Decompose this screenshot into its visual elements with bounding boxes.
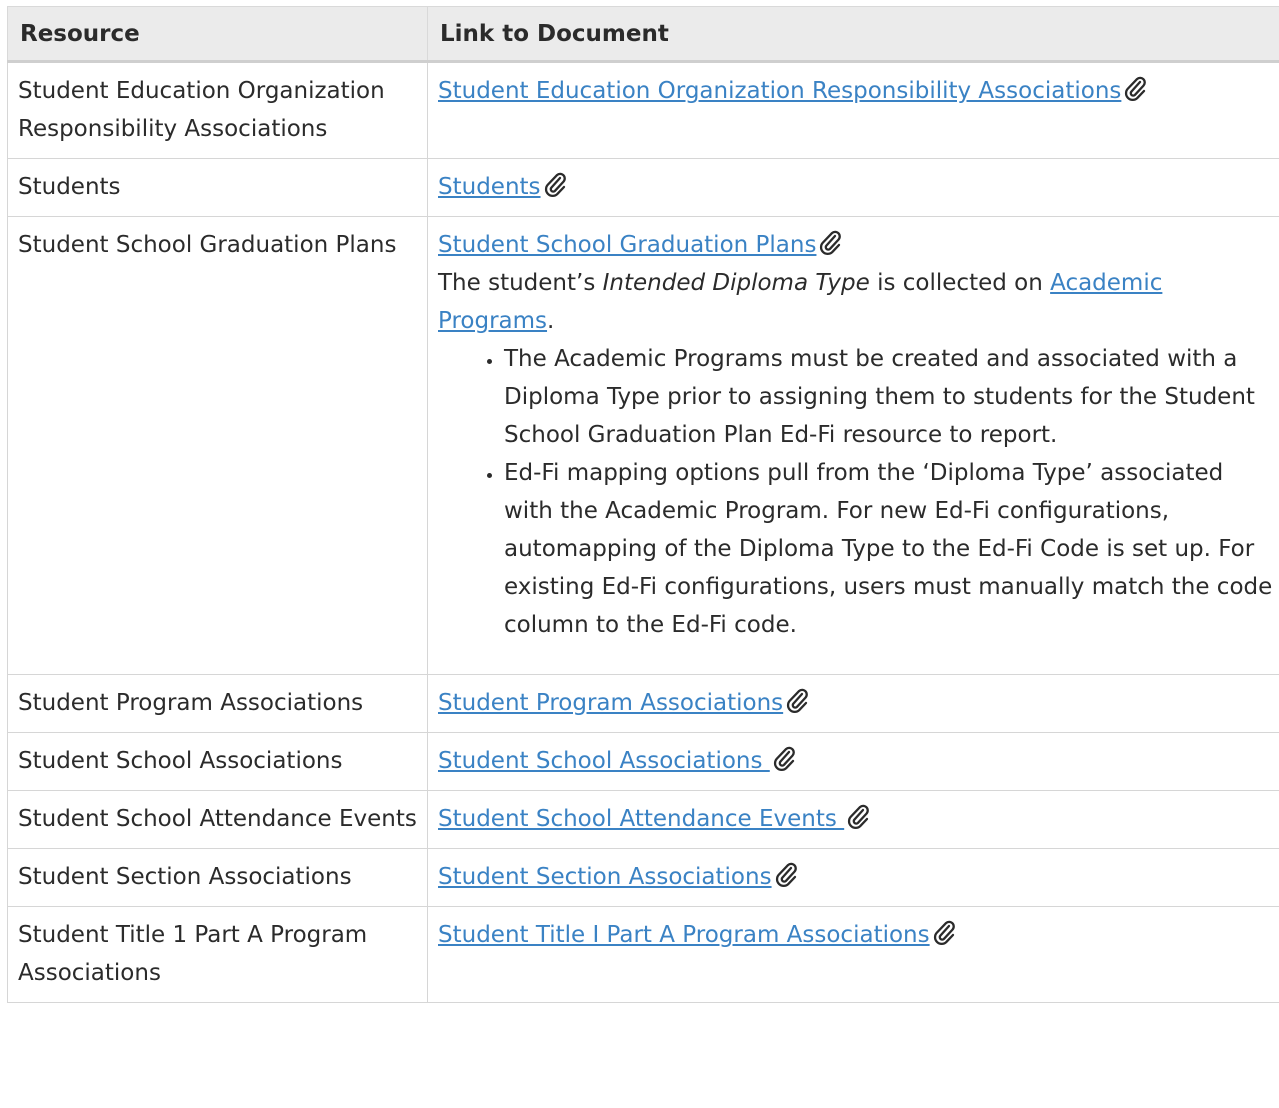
note-italic-term: Intended Diploma Type xyxy=(602,270,870,296)
column-header-link: Link to Document xyxy=(427,6,1279,63)
cell-spacer xyxy=(438,644,1277,664)
document-link[interactable]: Student Program Associations xyxy=(438,690,783,716)
link-cell: Student Program Associations xyxy=(427,674,1279,733)
list-item: The Academic Programs must be created an… xyxy=(504,340,1277,454)
document-link[interactable]: Student Title I Part A Program Associati… xyxy=(438,922,930,948)
graduation-note: The student’s Intended Diploma Type is c… xyxy=(438,264,1277,340)
resource-cell: Student Section Associations xyxy=(7,848,428,907)
link-cell: Student School Attendance Events xyxy=(427,790,1279,849)
paperclip-icon xyxy=(933,920,955,945)
document-link[interactable]: Students xyxy=(438,174,541,200)
table-row: Student School Associations Student Scho… xyxy=(7,732,1279,791)
document-link[interactable]: Student School Associations xyxy=(438,748,770,774)
list-item: Ed-Fi mapping options pull from the ‘Dip… xyxy=(504,454,1277,644)
resource-cell: Student School Graduation Plans xyxy=(7,216,428,675)
table-row: Student Education Organization Responsib… xyxy=(7,61,1279,159)
note-bullet-list: The Academic Programs must be created an… xyxy=(438,340,1277,644)
paperclip-icon xyxy=(544,172,566,197)
resource-cell: Student Title 1 Part A Program Associati… xyxy=(7,906,428,1003)
table-header-row: Resource Link to Document xyxy=(7,6,1279,63)
paperclip-icon xyxy=(1125,76,1147,101)
link-cell: Student Education Organization Responsib… xyxy=(427,61,1279,159)
paperclip-icon xyxy=(848,804,870,829)
note-middle: is collected on xyxy=(869,270,1051,296)
paperclip-icon xyxy=(773,746,795,771)
resource-cell: Students xyxy=(7,158,428,217)
link-cell: Student School Associations xyxy=(427,732,1279,791)
table-row: Student Program Associations Student Pro… xyxy=(7,674,1279,733)
resource-cell: Student School Associations xyxy=(7,732,428,791)
document-link[interactable]: Student Education Organization Responsib… xyxy=(438,78,1121,104)
resource-table: Resource Link to Document Student Educat… xyxy=(7,6,1279,1003)
table-row: Student Section Associations Student Sec… xyxy=(7,848,1279,907)
table-row: Students Students xyxy=(7,158,1279,217)
resource-cell: Student School Attendance Events xyxy=(7,790,428,849)
table-row: Student School Attendance Events Student… xyxy=(7,790,1279,849)
resource-cell: Student Education Organization Responsib… xyxy=(7,61,428,159)
link-cell: Students xyxy=(427,158,1279,217)
link-cell: Student Section Associations xyxy=(427,848,1279,907)
link-cell: Student Title I Part A Program Associati… xyxy=(427,906,1279,1003)
link-cell: Student School Graduation Plans The stud… xyxy=(427,216,1279,675)
document-link[interactable]: Student School Graduation Plans xyxy=(438,232,816,258)
document-link[interactable]: Student Section Associations xyxy=(438,864,772,890)
resource-table-container: Resource Link to Document Student Educat… xyxy=(7,6,1279,1003)
paperclip-icon xyxy=(775,862,797,887)
column-header-resource: Resource xyxy=(7,6,428,63)
paperclip-icon xyxy=(787,688,809,713)
paperclip-icon xyxy=(820,230,842,255)
note-prefix: The student’s xyxy=(438,270,603,296)
document-link[interactable]: Student School Attendance Events xyxy=(438,806,844,832)
table-row: Student School Graduation Plans Student … xyxy=(7,216,1279,675)
table-row: Student Title 1 Part A Program Associati… xyxy=(7,906,1279,1003)
note-suffix: . xyxy=(547,308,555,334)
resource-cell: Student Program Associations xyxy=(7,674,428,733)
